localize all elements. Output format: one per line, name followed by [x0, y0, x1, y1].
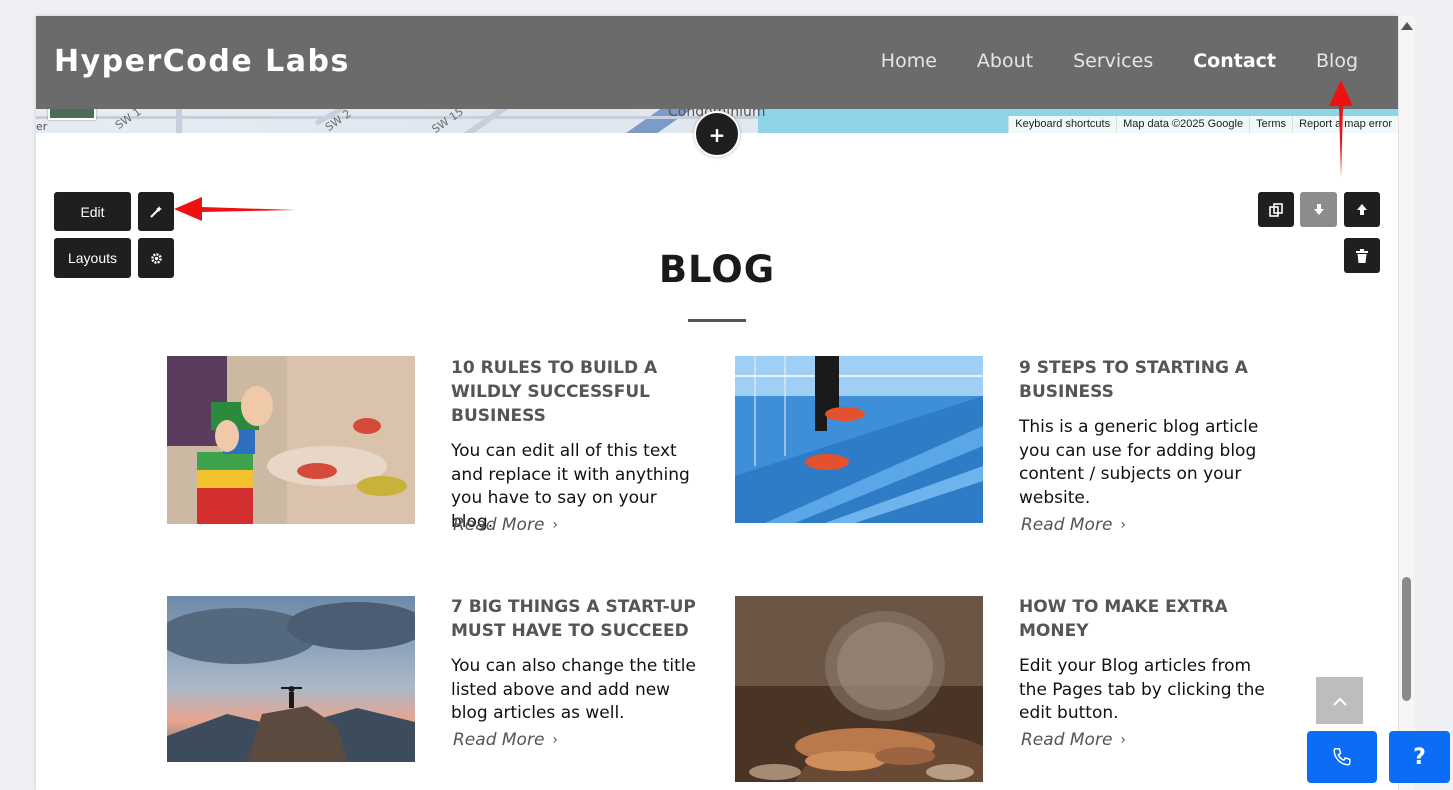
read-more-link[interactable]: Read More › [453, 730, 558, 750]
magic-wand-button[interactable] [138, 192, 174, 231]
map-keyboard-shortcuts-link[interactable]: Keyboard shortcuts [1008, 116, 1116, 133]
map-street-label: SW 1 [112, 105, 144, 132]
post-excerpt: You can also change the title listed abo… [451, 656, 696, 723]
copy-icon [1269, 202, 1283, 217]
post-image-blue-stairs[interactable] [735, 356, 983, 523]
read-more-label: Read More [1021, 730, 1113, 750]
arrow-up-icon [1357, 204, 1367, 215]
read-more-link[interactable]: Read More › [1021, 515, 1126, 535]
site-brand[interactable]: HyperCode Labs [54, 44, 350, 79]
read-more-link[interactable]: Read More › [1021, 730, 1126, 750]
post-image-mountain-summit[interactable] [167, 596, 415, 762]
nav-contact[interactable]: Contact [1193, 50, 1276, 72]
site-header: HyperCode Labs Home About Services Conta… [36, 16, 1398, 109]
map-street-label: SW 2 [322, 107, 354, 133]
post-title[interactable]: 10 RULES TO BUILD A WILDLY SUCCESSFUL BU… [451, 356, 701, 428]
scrollbar-up-arrow[interactable] [1401, 22, 1413, 30]
nav-home[interactable]: Home [881, 50, 937, 72]
duplicate-section-button[interactable] [1258, 192, 1294, 227]
map-edge-text: er [36, 120, 48, 133]
map-report-error-link[interactable]: Report a map error [1292, 116, 1398, 133]
read-more-link[interactable]: Read More › [453, 515, 558, 535]
add-section-button[interactable]: + [694, 111, 740, 157]
map-street-label: SW 15 [429, 105, 466, 133]
post-excerpt: This is a generic blog article you can u… [1019, 417, 1259, 508]
phone-icon [1333, 748, 1351, 766]
map-terms-link[interactable]: Terms [1249, 116, 1292, 133]
post-image-coin-jar[interactable] [735, 596, 983, 782]
chevron-right-icon: › [552, 517, 559, 533]
title-divider [688, 319, 746, 322]
map-data-credit: Map data ©2025 Google [1116, 116, 1249, 133]
scrollbar-thumb[interactable] [1402, 577, 1411, 701]
scroll-to-top-button[interactable] [1316, 677, 1363, 724]
read-more-label: Read More [1021, 515, 1113, 535]
nav-about[interactable]: About [977, 50, 1033, 72]
nav-services[interactable]: Services [1073, 50, 1153, 72]
help-button[interactable]: ? [1389, 731, 1450, 783]
magic-wand-icon [150, 205, 162, 218]
chevron-up-icon [1332, 697, 1347, 706]
read-more-label: Read More [453, 515, 545, 535]
chevron-right-icon: › [1120, 517, 1127, 533]
move-section-up-button[interactable] [1344, 192, 1380, 227]
call-button[interactable] [1307, 731, 1377, 783]
map-attribution: Keyboard shortcuts Map data ©2025 Google… [1008, 116, 1398, 133]
arrow-down-icon [1313, 204, 1324, 215]
read-more-label: Read More [453, 730, 545, 750]
post-image-toy-blocks[interactable] [167, 356, 415, 524]
edit-button[interactable]: Edit [54, 192, 131, 231]
blog-section-title: BLOG [658, 248, 776, 291]
nav-blog[interactable]: Blog [1316, 50, 1358, 72]
chevron-right-icon: › [552, 732, 559, 748]
chevron-right-icon: › [1120, 732, 1127, 748]
move-section-down-button[interactable] [1300, 192, 1337, 227]
post-excerpt: Edit your Blog articles from the Pages t… [1019, 656, 1265, 723]
post-title[interactable]: 9 STEPS TO STARTING A BUSINESS [1019, 356, 1269, 404]
website-page: SW 1 SW 2 SW 15 er Condominium Keyboard … [36, 16, 1398, 790]
main-nav: Home About Services Contact Blog [881, 50, 1358, 72]
post-title[interactable]: HOW TO MAKE EXTRA MONEY [1019, 595, 1269, 643]
post-title[interactable]: 7 BIG THINGS A START-UP MUST HAVE TO SUC… [451, 595, 701, 643]
